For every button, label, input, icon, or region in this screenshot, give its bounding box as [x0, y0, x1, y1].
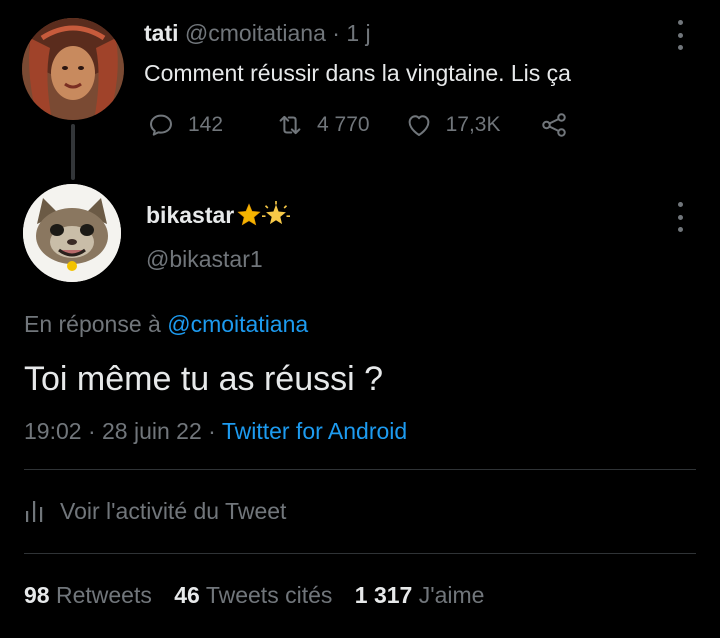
reply-author-handle[interactable]: @bikastar1: [146, 244, 263, 274]
reply-prefix: En réponse à: [24, 311, 161, 337]
parent-author-handle[interactable]: @cmoitatiana: [185, 20, 326, 46]
share-button[interactable]: [539, 110, 569, 140]
reply-context: En réponse à @cmoitatiana: [24, 309, 308, 339]
retweets-count: 98: [24, 582, 50, 608]
thread-connector-line: [71, 124, 75, 180]
divider: [24, 469, 696, 470]
reply-target-link[interactable]: @cmoitatiana: [167, 311, 308, 337]
reply-more-icon[interactable]: [675, 202, 685, 232]
parent-avatar[interactable]: [22, 18, 124, 120]
parent-author-name[interactable]: tati: [144, 20, 179, 46]
parent-tweet-text: Comment réussir dans la vingtaine. Lis ç…: [144, 60, 571, 86]
likes-count: 1 317: [354, 582, 413, 608]
activity-label: Voir l'activité du Tweet: [60, 498, 287, 524]
tweet-time[interactable]: 19:02: [24, 418, 82, 444]
reply-tweet-text: Toi même tu as réussi ?: [24, 360, 384, 398]
cat-avatar-photo: [23, 184, 121, 282]
reply-count: 142: [188, 113, 224, 136]
tweet-date[interactable]: 28 juin 22: [102, 418, 202, 444]
glowing-star-icon: [262, 201, 291, 225]
retweet-button[interactable]: 4 770: [275, 110, 370, 140]
likes-stat[interactable]: 1 317 J'aime: [355, 582, 485, 608]
tweet-client-link[interactable]: Twitter for Android: [222, 418, 407, 444]
reply-author-name-row: bikastar: [146, 200, 291, 230]
reply-author-name[interactable]: bikastar: [146, 200, 234, 230]
retweet-count: 4 770: [317, 113, 370, 136]
retweets-label: Retweets: [55, 582, 152, 608]
avatar-photo: [22, 18, 124, 120]
quotes-stat[interactable]: 46 Tweets cités: [174, 582, 339, 608]
tweet-activity-link[interactable]: Voir l'activité du Tweet: [24, 496, 286, 526]
meta-separator: ·: [208, 418, 216, 444]
quotes-count: 46: [174, 582, 200, 608]
likes-label: J'aime: [418, 582, 485, 608]
reply-icon: [150, 114, 172, 136]
quotes-label: Tweets cités: [205, 582, 333, 608]
like-count: 17,3K: [445, 113, 501, 136]
header-separator: ·: [332, 20, 340, 46]
like-icon: [408, 115, 429, 136]
retweets-stat[interactable]: 98 Retweets: [24, 582, 158, 608]
retweet-icon: [279, 115, 301, 135]
reply-avatar[interactable]: [23, 184, 121, 282]
divider: [24, 553, 696, 554]
like-button[interactable]: 17,3K: [404, 110, 501, 140]
parent-tweet-time[interactable]: 1 j: [346, 20, 370, 46]
more-icon[interactable]: [675, 20, 685, 50]
meta-separator: ·: [87, 418, 96, 444]
reply-button[interactable]: 142: [146, 110, 223, 140]
parent-tweet-header: tati @cmoitatiana · 1 j: [144, 18, 371, 48]
tweet-stats: 98 Retweets 46 Tweets cités 1 317 J'aime: [24, 580, 484, 610]
star-icon: [237, 203, 261, 226]
share-icon: [541, 113, 566, 137]
parent-tweet-actions: 142 4 770 17,3K: [146, 108, 569, 142]
tweet-meta: 19:02 · 28 juin 22 · Twitter for Android: [24, 416, 407, 446]
analytics-icon: [26, 501, 43, 522]
